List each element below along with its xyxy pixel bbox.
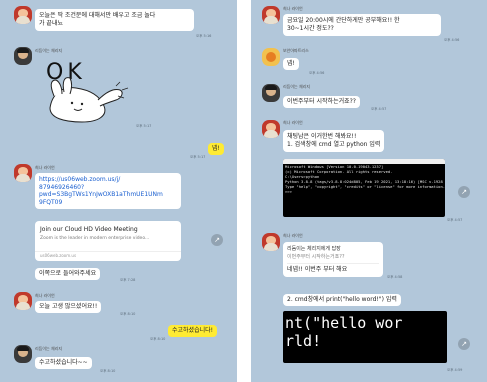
avatar-hina-lion[interactable] [262, 6, 280, 24]
link-text[interactable]: 9FQT09 [39, 199, 177, 207]
card-description: Zoom is the leader in modern enterprise … [40, 236, 150, 241]
message-bubble: 2. cmd창에서 print("hello word!") 입력 [283, 294, 401, 306]
message-time: 오후 4:56 [309, 71, 325, 75]
sender-name: 희나 라이언 [35, 293, 55, 298]
rabbit-icon [49, 77, 129, 123]
message-text: 금요일 20:00시에 간단하게만 공부해요!! 한 [287, 17, 400, 24]
message-bubble: 오늘은 딱 조건문에 대해서만 배우고 조금 놀다 가 끝내뇨 [35, 9, 194, 31]
chat-screen-left: 오늘은 딱 조건문에 대해서만 배우고 조금 놀다 가 끝내뇨 오후 5:16 … [0, 0, 237, 382]
avatar-hina-lion[interactable] [14, 292, 32, 310]
avatar-hina-lion[interactable] [262, 120, 280, 138]
reply-bubble: 리듬이는 체리지에게 답장 이번주부터 시작하는거죠?? 네넵!! 이번주 부터… [283, 242, 383, 277]
message-text: 가 끝내뇨 [39, 20, 63, 27]
message-time: 오후 5:16 [196, 34, 212, 38]
card-title: Join our Cloud HD Video Meeting [40, 226, 138, 233]
my-message-bubble: 수고하셨습니다! [168, 325, 218, 337]
card-domain: us06web.zoom.us [40, 253, 77, 258]
share-icon[interactable]: ↗ [211, 234, 223, 246]
avatar-security[interactable] [262, 48, 280, 66]
code-line: nt("hello wor [285, 314, 403, 332]
message-time: 오후 8:10 [120, 312, 136, 316]
message-time: 오후 7:28 [120, 278, 136, 282]
message-time: 오후 4:59 [447, 368, 463, 372]
reply-target: 리듬이는 체리지에게 답장 [287, 246, 341, 252]
message-text: 1. 검색창에 cmd 열고 python 입력 [287, 141, 381, 148]
message-time: 오후 8:10 [150, 337, 166, 341]
avatar-cherry[interactable] [14, 47, 32, 65]
sender-name: 희나 라이언 [35, 165, 55, 170]
sender-name: 보안아파트리스 [283, 48, 309, 53]
message-bubble: 넵! [283, 58, 299, 70]
reply-quote: 이번주부터 시작하는거죠?? [287, 253, 379, 264]
link-text[interactable]: 87946926460? [39, 184, 177, 192]
share-icon[interactable]: ↗ [458, 338, 470, 350]
sender-name: 리듬이는 체리지 [283, 84, 311, 89]
link-preview-card[interactable]: Join our Cloud HD Video Meeting Zoom is … [35, 221, 181, 261]
code-screenshot[interactable]: nt("hello wor rld! [283, 311, 447, 363]
ok-sticker[interactable]: OK [38, 56, 138, 126]
message-time: 오후 4:58 [387, 275, 403, 279]
avatar-hina-lion[interactable] [14, 6, 32, 24]
avatar-hina-lion[interactable] [262, 233, 280, 251]
avatar-cherry[interactable] [262, 84, 280, 102]
zoom-link-bubble[interactable]: https://us06web.zoom.us/j/ 87946926460? … [35, 173, 181, 209]
sender-name: 희나 라이언 [283, 6, 303, 11]
sender-name: 리듬이는 체리지 [35, 346, 63, 351]
message-time: 오후 8:10 [100, 369, 116, 373]
message-bubble: 채팅남은 이거한번 해봐요!! 1. 검색창에 cmd 열고 python 입력 [283, 130, 385, 152]
cmd-screenshot[interactable]: Microsoft Windows [Version 10.0.19043.12… [283, 159, 445, 217]
message-text: 네넵!! 이번주 부터 해요 [287, 266, 348, 273]
message-time: 오후 4:57 [371, 107, 387, 111]
message-text: 오늘은 딱 조건문에 대해서만 배우고 조금 놀다 [39, 12, 156, 19]
message-time: 오후 5:17 [190, 155, 206, 159]
message-bubble: 수고하셨습니다~~ [35, 357, 92, 369]
avatar-cherry[interactable] [14, 345, 32, 363]
link-text[interactable]: https://us06web.zoom.us/j/ [39, 176, 177, 184]
terminal-line: Type "help", "copyright", "credits" or "… [285, 184, 445, 189]
link-text[interactable]: pwd=S3BgTWs1YnJwOXB1aThmUE1UNm [39, 191, 177, 199]
code-line: rld! [285, 332, 322, 350]
message-bubble: 금요일 20:00시에 간단하게만 공부해요!! 한 30~1시간 정도?? [283, 14, 441, 36]
sender-name: 희나 라이언 [283, 120, 303, 125]
message-time: 오후 4:57 [447, 218, 463, 222]
message-time: 오후 5:17 [136, 124, 152, 128]
my-message-bubble: 넵! [208, 143, 224, 155]
message-bubble: 오늘 고생 많으셨어요!! [35, 301, 102, 313]
message-bubble: 이번주부터 시작하는거죠?? [283, 96, 360, 108]
avatar-hina-lion[interactable] [14, 164, 32, 182]
card-divider [35, 251, 181, 252]
share-icon[interactable]: ↗ [458, 186, 470, 198]
message-bubble: 이쪽으로 들어와주세요 [35, 268, 101, 280]
sender-name: 희나 라이언 [283, 233, 303, 238]
message-text: 30~1시간 정도?? [287, 25, 334, 32]
chat-screen-right: 희나 라이언 금요일 20:00시에 간단하게만 공부해요!! 한 30~1시간… [251, 0, 487, 382]
message-time: 오후 4:56 [444, 38, 460, 42]
message-text: 채팅남은 이거한번 해봐요!! [287, 133, 357, 140]
terminal-line: >>> [285, 189, 292, 194]
sender-name: 리듬이는 체리지 [35, 48, 63, 53]
